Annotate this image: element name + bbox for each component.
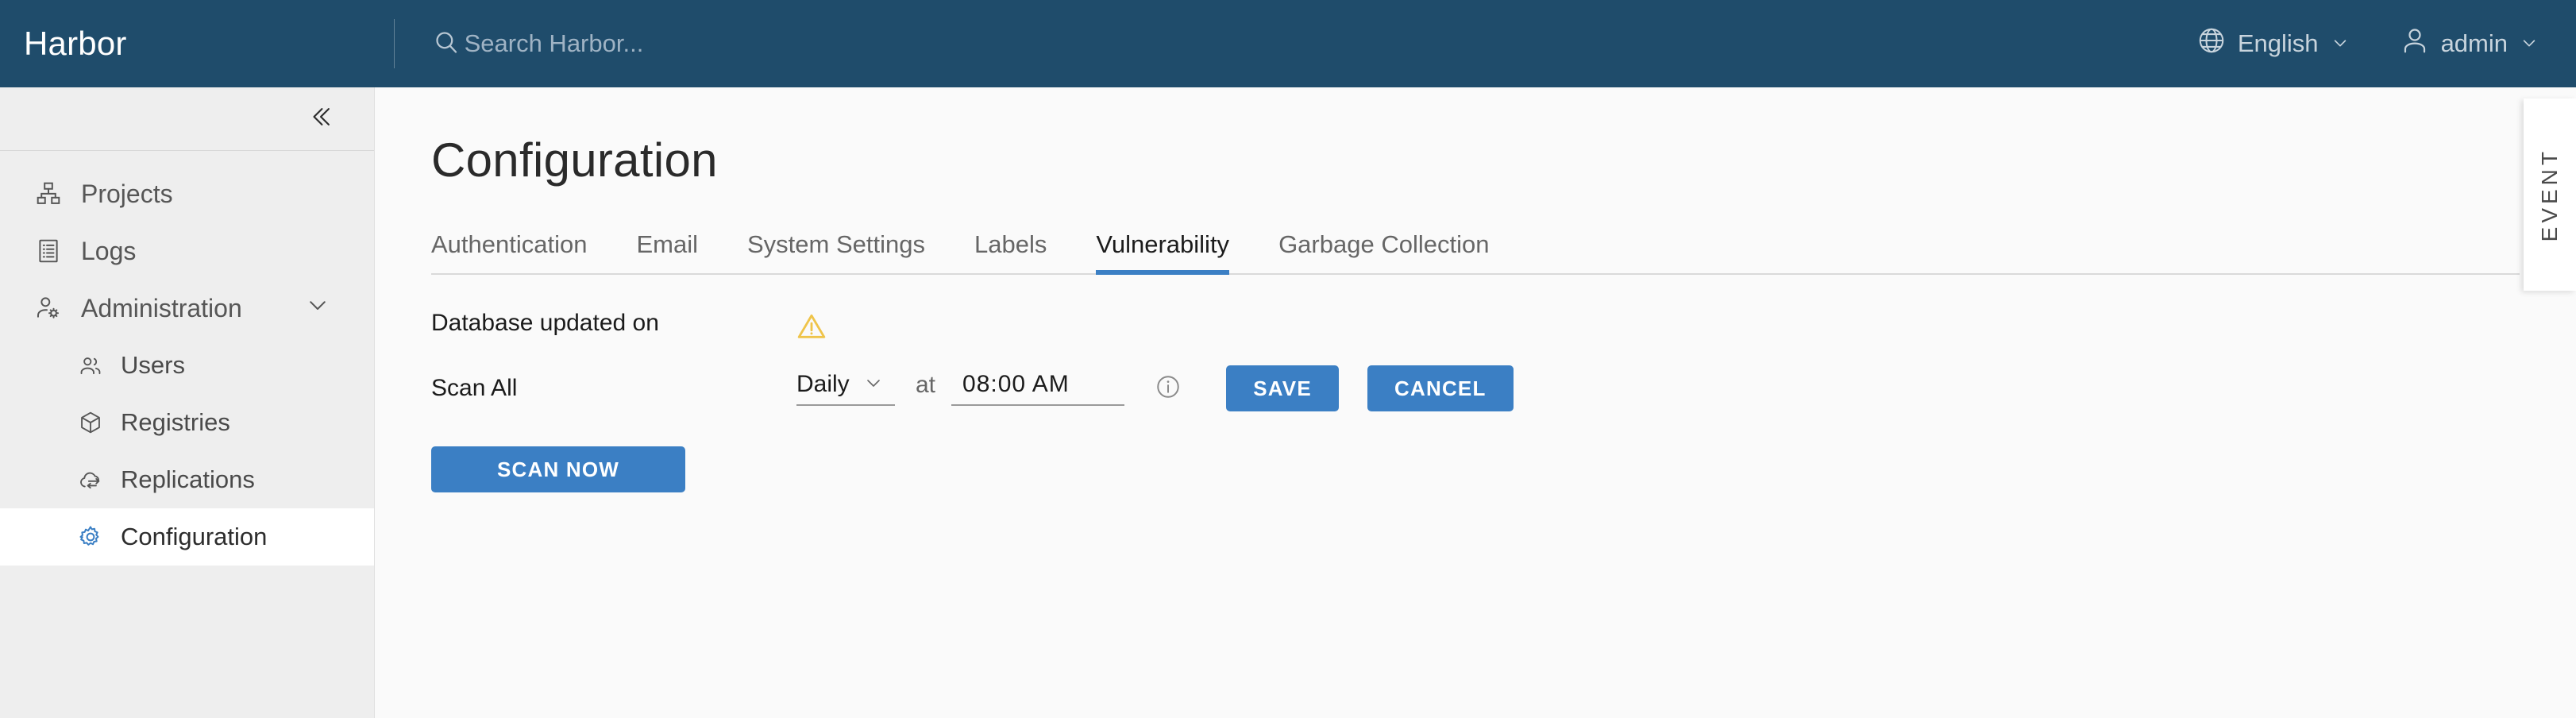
save-button[interactable]: SAVE (1226, 365, 1339, 411)
tab-authentication[interactable]: Authentication (431, 230, 587, 273)
user-icon (2400, 25, 2430, 62)
registries-icon (78, 410, 108, 435)
sidebar-item-label: Registries (121, 408, 230, 437)
user-menu[interactable]: admin (2389, 0, 2549, 87)
sidebar: Projects Logs (0, 87, 375, 718)
warning-triangle-icon (796, 311, 827, 345)
globe-icon (2196, 25, 2227, 62)
sidebar-item-replications[interactable]: Replications (0, 451, 374, 508)
sidebar-item-logs[interactable]: Logs (0, 222, 374, 280)
users-icon (78, 353, 108, 378)
replications-icon (78, 467, 108, 492)
brand-logo[interactable]: Harbor (0, 25, 127, 63)
schedule-time-input[interactable] (951, 371, 1124, 406)
tab-email[interactable]: Email (636, 230, 698, 273)
language-selector[interactable]: English (2185, 0, 2360, 87)
info-circle-icon[interactable] (1155, 373, 1182, 404)
tab-labels[interactable]: Labels (974, 230, 1047, 273)
sidebar-item-label: Administration (81, 294, 242, 323)
logs-icon (35, 237, 67, 264)
chevron-down-icon (2520, 29, 2538, 58)
search-icon (433, 29, 460, 60)
search-input[interactable] (465, 29, 957, 58)
user-label: admin (2441, 29, 2508, 58)
top-header: Harbor (0, 0, 2576, 87)
scan-now-button[interactable]: SCAN NOW (431, 446, 685, 492)
sidebar-item-configuration[interactable]: Configuration (0, 508, 374, 566)
sidebar-item-projects[interactable]: Projects (0, 165, 374, 222)
main-content: Configuration Authentication Email Syste… (376, 87, 2576, 718)
sidebar-nav: Projects Logs (0, 151, 374, 566)
schedule-select-value: Daily (796, 371, 850, 398)
tab-vulnerability[interactable]: Vulnerability (1096, 230, 1229, 273)
schedule-select[interactable]: Daily (796, 371, 895, 406)
sidebar-item-label: Replications (121, 465, 255, 494)
administration-icon (35, 295, 67, 322)
header-divider (394, 19, 395, 68)
at-label: at (916, 372, 935, 405)
sidebar-item-registries[interactable]: Registries (0, 394, 374, 451)
header-actions: English admin (2185, 0, 2576, 87)
harbor-app: Harbor (0, 0, 2576, 718)
chevron-down-icon[interactable] (306, 293, 330, 323)
database-updated-label: Database updated on (431, 310, 796, 337)
sidebar-item-administration[interactable]: Administration (0, 280, 374, 337)
language-label: English (2238, 29, 2319, 58)
sidebar-collapse-row (0, 87, 374, 151)
tab-garbage-collection[interactable]: Garbage Collection (1278, 230, 1489, 273)
double-chevron-left-icon[interactable] (307, 103, 334, 134)
search-container[interactable] (433, 0, 957, 87)
sidebar-item-label: Users (121, 351, 185, 380)
event-panel-tab[interactable]: EVENT (2524, 98, 2576, 291)
sidebar-item-users[interactable]: Users (0, 337, 374, 394)
vulnerability-form: Database updated on Scan All Daily (431, 310, 2576, 492)
config-tabs: Authentication Email System Settings Lab… (431, 226, 2520, 275)
tab-system-settings[interactable]: System Settings (747, 230, 925, 273)
scan-all-label: Scan All (431, 375, 796, 402)
chevron-down-icon (864, 373, 883, 396)
sidebar-item-label: Projects (81, 180, 173, 209)
cancel-button[interactable]: CANCEL (1367, 365, 1514, 411)
page-title: Configuration (431, 137, 2576, 184)
chevron-down-icon (2331, 29, 2349, 58)
scan-now-row: SCAN NOW (431, 446, 2576, 492)
event-panel-label: EVENT (2537, 148, 2563, 241)
database-updated-row: Database updated on (431, 310, 2576, 359)
sidebar-item-label: Logs (81, 237, 136, 266)
scan-all-row: Scan All Daily at (431, 364, 2576, 413)
sidebar-item-label: Configuration (121, 523, 267, 551)
gear-icon (78, 524, 108, 550)
projects-icon (35, 180, 67, 207)
